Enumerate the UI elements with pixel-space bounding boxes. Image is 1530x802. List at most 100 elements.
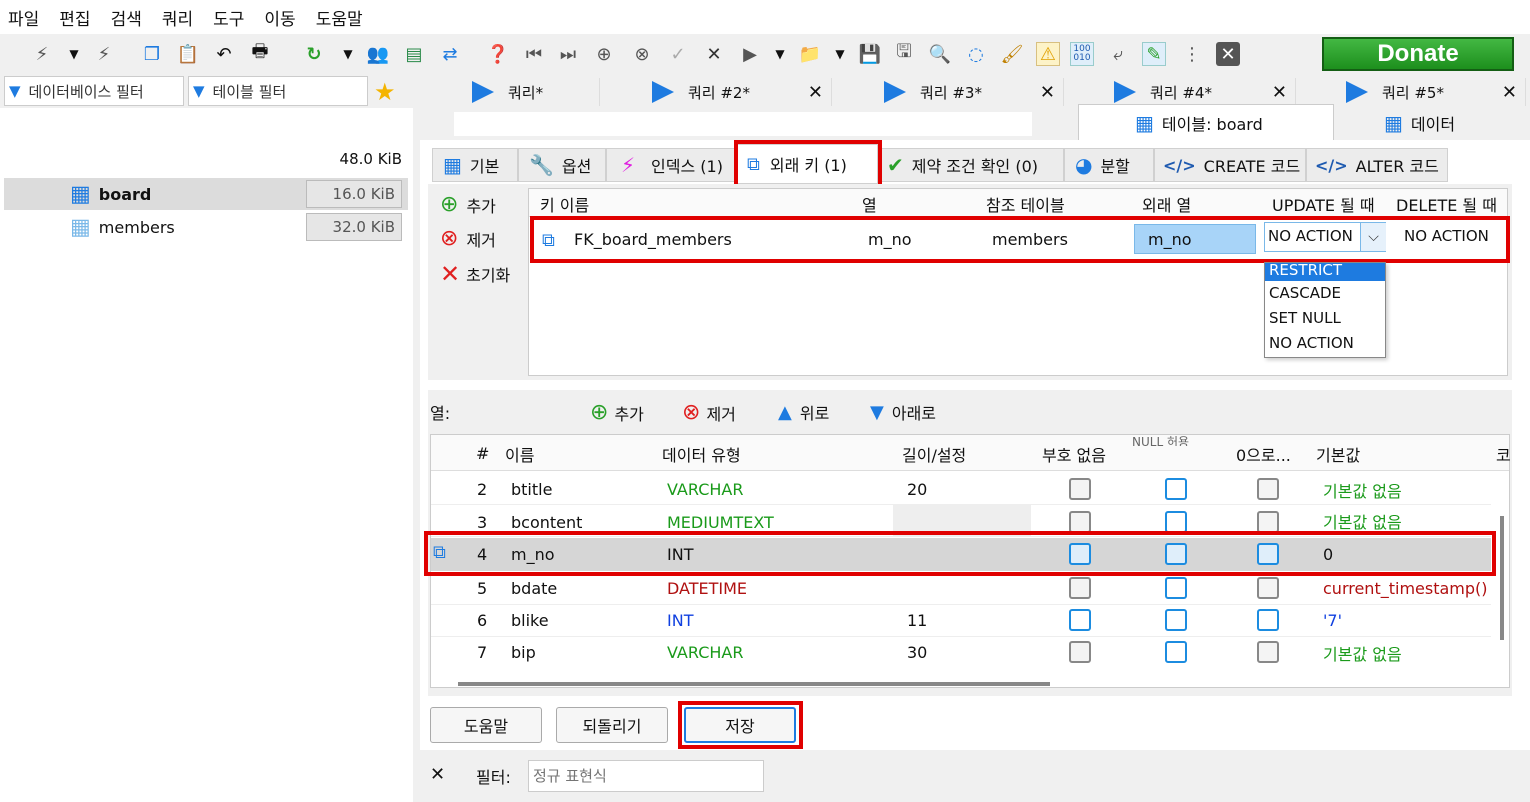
table-row[interactable]: 6 blike INT 11 '7' bbox=[431, 605, 1491, 637]
tab-alter-code[interactable]: </> ALTER 코드 bbox=[1306, 148, 1448, 182]
dropdown-option[interactable]: NO ACTION bbox=[1265, 331, 1385, 356]
column-down-button[interactable]: ▼ 아래로 bbox=[870, 400, 936, 424]
nullable-checkbox[interactable] bbox=[1165, 511, 1187, 533]
undo-icon[interactable]: ↶ bbox=[212, 42, 236, 66]
save-as-icon[interactable]: 🖫 bbox=[892, 41, 916, 66]
menu-edit[interactable]: 편집 bbox=[59, 5, 90, 30]
copy-icon[interactable]: ❐ bbox=[140, 42, 164, 66]
print-icon[interactable]: 🖶 bbox=[248, 41, 272, 66]
zerofill-checkbox[interactable] bbox=[1257, 609, 1279, 631]
unsigned-checkbox[interactable] bbox=[1069, 478, 1091, 500]
paste-icon[interactable]: 📋 bbox=[176, 42, 200, 66]
fk-clear-button[interactable]: ✕ 초기화 bbox=[440, 260, 510, 288]
star-icon[interactable]: ★ bbox=[374, 78, 396, 106]
delete-icon[interactable]: ⊗ bbox=[630, 42, 654, 66]
run-icon[interactable]: ▶ bbox=[738, 42, 762, 66]
warning-icon[interactable]: ⚠ bbox=[1036, 42, 1060, 66]
users-icon[interactable]: 👥 bbox=[366, 42, 390, 66]
revert-button[interactable]: 되돌리기 bbox=[556, 707, 668, 743]
close-icon[interactable]: ✕ bbox=[1216, 42, 1240, 66]
first-icon[interactable]: ⏮ bbox=[522, 42, 546, 66]
unsigned-checkbox[interactable] bbox=[1069, 511, 1091, 533]
menu-help[interactable]: 도움말 bbox=[316, 5, 363, 30]
save-icon[interactable]: 💾 bbox=[858, 42, 882, 66]
tab-query-4[interactable]: 쿼리 #4* ✕ bbox=[1064, 78, 1296, 106]
tab-basic[interactable]: ▦ 기본 bbox=[432, 148, 518, 182]
zerofill-checkbox[interactable] bbox=[1257, 577, 1279, 599]
binary-icon[interactable]: 100 010 bbox=[1070, 42, 1094, 66]
menu-search[interactable]: 검색 bbox=[111, 5, 142, 30]
table-row[interactable]: 5 bdate DATETIME current_timestamp() bbox=[431, 573, 1491, 605]
table-row[interactable]: 7 bip VARCHAR 30 기본값 없음 bbox=[431, 637, 1491, 669]
nullable-checkbox[interactable] bbox=[1165, 478, 1187, 500]
close-icon[interactable]: ✕ bbox=[1040, 82, 1055, 103]
last-icon[interactable]: ⏭ bbox=[556, 42, 580, 66]
horizontal-scrollbar[interactable] bbox=[458, 682, 1050, 686]
tab-query-1[interactable]: 쿼리* bbox=[420, 78, 600, 106]
unsigned-checkbox[interactable] bbox=[1069, 609, 1091, 631]
tab-check-constraints[interactable]: ✔ 제약 조건 확인 (0) bbox=[878, 148, 1064, 182]
help-icon[interactable]: ❓ bbox=[486, 42, 510, 66]
tab-data[interactable]: ▦ 데이터 bbox=[1334, 106, 1526, 140]
search-icon[interactable]: 🔍 bbox=[928, 42, 952, 66]
folder-icon[interactable]: 📁 bbox=[798, 42, 822, 66]
tab-partitions[interactable]: ◕ 분할 bbox=[1064, 148, 1154, 182]
close-icon[interactable]: ✕ bbox=[1272, 82, 1287, 103]
unsigned-checkbox[interactable] bbox=[1069, 641, 1091, 663]
format-icon[interactable]: ✎ bbox=[1142, 42, 1166, 66]
unsigned-checkbox[interactable] bbox=[1069, 577, 1091, 599]
refresh-icon[interactable]: ↻ bbox=[302, 42, 326, 66]
menu-goto[interactable]: 이동 bbox=[264, 5, 295, 30]
table-filter-tab[interactable]: ▼ 테이블 필터 bbox=[188, 76, 368, 106]
dropdown-option[interactable]: SET NULL bbox=[1265, 306, 1385, 331]
tab-table-board[interactable]: ▦ 테이블: board bbox=[1078, 104, 1334, 140]
tab-query-5[interactable]: 쿼리 #5* ✕ bbox=[1296, 78, 1526, 106]
tab-query-3[interactable]: 쿼리 #3* ✕ bbox=[832, 78, 1064, 106]
donate-button[interactable]: Donate bbox=[1322, 37, 1514, 71]
chevron-down-icon[interactable]: ▼ bbox=[336, 42, 360, 66]
chevron-down-icon[interactable]: ▼ bbox=[62, 42, 86, 66]
dropdown-option[interactable]: RESTRICT bbox=[1265, 263, 1385, 281]
nullable-checkbox[interactable] bbox=[1165, 609, 1187, 631]
tree-item-board[interactable]: ▦ board 16.0 KiB bbox=[4, 178, 408, 210]
fk-remove-button[interactable]: ⊗ 제거 bbox=[440, 226, 496, 251]
table-row[interactable]: 2 btitle VARCHAR 20 기본값 없음 bbox=[431, 473, 1491, 505]
chevron-down-icon[interactable]: ▼ bbox=[828, 42, 852, 66]
add-icon[interactable]: ⊕ bbox=[592, 42, 616, 66]
zerofill-checkbox[interactable] bbox=[1257, 511, 1279, 533]
chevron-down-icon[interactable]: ▼ bbox=[768, 42, 792, 66]
dropdown-option[interactable]: CASCADE bbox=[1265, 281, 1385, 306]
wrap-icon[interactable]: ⤶ bbox=[1106, 42, 1130, 66]
close-icon[interactable]: ✕ bbox=[808, 82, 823, 103]
disconnect-icon[interactable]: ⚡ bbox=[92, 42, 116, 66]
column-up-button[interactable]: ▲ 위로 bbox=[778, 400, 829, 424]
close-icon[interactable]: ✕ bbox=[1502, 82, 1517, 103]
db-filter-tab[interactable]: ▼ 데이터베이스 필터 bbox=[4, 76, 184, 106]
connect-icon[interactable]: ⚡ bbox=[30, 42, 54, 66]
tab-indexes[interactable]: ⚡ 인덱스 (1) bbox=[606, 148, 736, 182]
fk-add-button[interactable]: ⊕ 추가 bbox=[440, 192, 496, 217]
menu-query[interactable]: 쿼리 bbox=[162, 5, 193, 30]
filter-input[interactable] bbox=[528, 760, 764, 792]
menu-tools[interactable]: 도구 bbox=[213, 5, 244, 30]
column-remove-button[interactable]: ⊗ 제거 bbox=[682, 400, 736, 425]
vertical-scrollbar[interactable] bbox=[1500, 516, 1504, 640]
zerofill-checkbox[interactable] bbox=[1257, 641, 1279, 663]
menu-file[interactable]: 파일 bbox=[8, 5, 39, 30]
csv-icon[interactable]: ▤ bbox=[402, 42, 426, 66]
check-icon[interactable]: ✓ bbox=[666, 42, 690, 66]
nullable-checkbox[interactable] bbox=[1165, 577, 1187, 599]
zerofill-checkbox[interactable] bbox=[1257, 478, 1279, 500]
column-add-button[interactable]: ⊕ 추가 bbox=[590, 400, 644, 425]
sync-icon[interactable]: ⇄ bbox=[438, 42, 462, 66]
tab-create-code[interactable]: </> CREATE 코드 bbox=[1154, 148, 1306, 182]
cancel-icon[interactable]: ✕ bbox=[702, 42, 726, 66]
search-replace-icon[interactable]: ◌ bbox=[964, 42, 988, 66]
tab-options[interactable]: 🔧 옵션 bbox=[518, 148, 606, 182]
tree-item-members[interactable]: ▦ members 32.0 KiB bbox=[4, 211, 408, 243]
tab-query-2[interactable]: 쿼리 #2* ✕ bbox=[600, 78, 832, 106]
nullable-checkbox[interactable] bbox=[1165, 641, 1187, 663]
help-button[interactable]: 도움말 bbox=[430, 707, 542, 743]
more-icon[interactable]: ⋮ bbox=[1180, 42, 1204, 66]
close-icon[interactable]: ✕ bbox=[430, 764, 445, 785]
